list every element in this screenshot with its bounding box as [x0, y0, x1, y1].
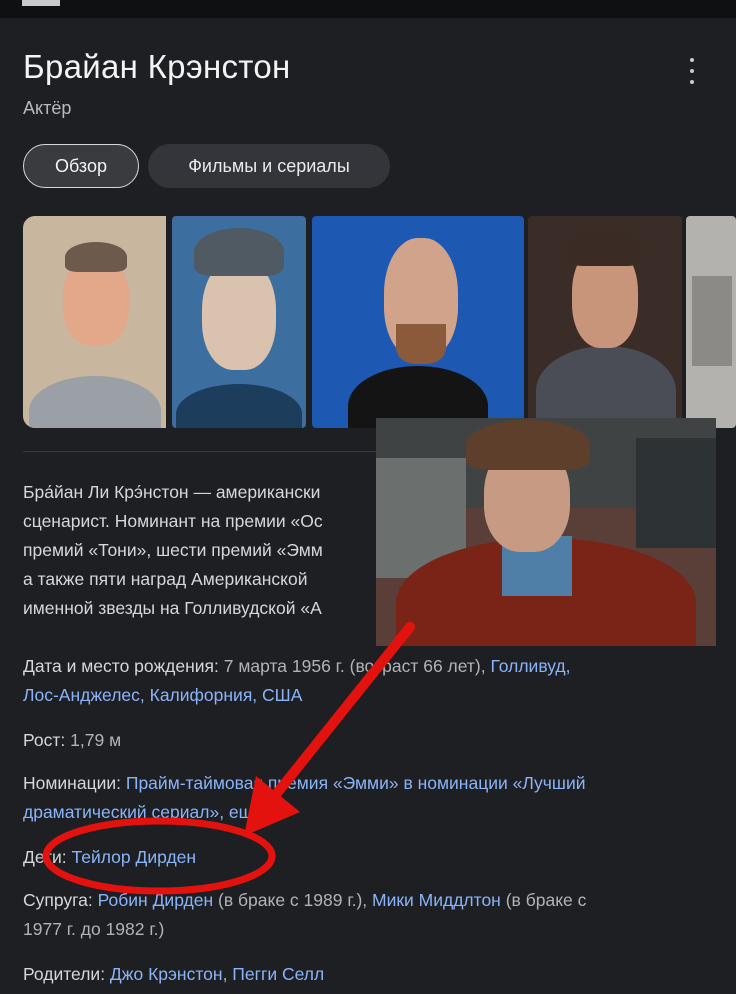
- fact-separator: ,: [222, 964, 233, 984]
- more-link[interactable]: , ещё: [219, 802, 263, 822]
- fact-label: Рост:: [23, 730, 71, 750]
- tab-films-and-series[interactable]: Фильмы и сериалы: [148, 144, 390, 188]
- tab-indicator: [22, 0, 60, 6]
- child-link[interactable]: Тейлор Дирден: [72, 847, 197, 867]
- spouse-link[interactable]: Робин Дирден: [98, 890, 214, 910]
- parent-link[interactable]: Пегги Селл: [232, 964, 324, 984]
- birthplace-link[interactable]: Лос-Анджелес, Калифорния, США: [23, 685, 302, 705]
- nomination-link[interactable]: Прайм-таймовая премия «Эмми» в номинации…: [126, 773, 586, 793]
- fact-value: 1977 г. до 1982 г.): [23, 919, 165, 939]
- fact-value: (в браке с: [500, 890, 587, 910]
- fact-parents: Родители: Джо Крэнстон, Пегги Селл: [23, 960, 713, 989]
- fact-label: Дети:: [23, 847, 72, 867]
- fact-value: 1,79 м: [70, 730, 122, 750]
- spouse-link[interactable]: Мики Миддлтон: [372, 890, 501, 910]
- fact-spouse: Супруга: Робин Дирден (в браке с 1989 г.…: [23, 886, 713, 944]
- fact-label: Номинации:: [23, 773, 126, 793]
- fact-label: Дата и место рождения:: [23, 656, 224, 676]
- fact-value: 7 марта 1956 г. (возраст 66 лет),: [223, 656, 491, 676]
- birthplace-link[interactable]: Голливуд,: [490, 656, 570, 676]
- photo-thumbnail[interactable]: [686, 216, 736, 428]
- fact-birth: Дата и место рождения: 7 марта 1956 г. (…: [23, 652, 713, 710]
- fact-value: (в браке с 1989 г.),: [213, 890, 372, 910]
- fact-children: Дети: Тейлор Дирден: [23, 843, 713, 872]
- nomination-link[interactable]: драматический сериал»: [23, 802, 219, 822]
- photo-thumbnail[interactable]: [528, 216, 682, 428]
- fact-height: Рост: 1,79 м: [23, 726, 713, 755]
- fact-label: Родители:: [23, 964, 110, 984]
- status-strip: [0, 0, 736, 18]
- more-vertical-icon[interactable]: [682, 58, 702, 84]
- photo-thumbnail[interactable]: [23, 216, 166, 428]
- page-subtitle: Актёр: [23, 98, 72, 118]
- fact-nominations: Номинации: Прайм-таймовая премия «Эмми» …: [23, 769, 713, 827]
- page-title: Брайан Крэнстон: [23, 48, 291, 85]
- parent-link[interactable]: Джо Крэнстон: [110, 964, 223, 984]
- fact-label: Супруга:: [23, 890, 98, 910]
- photo-thumbnail[interactable]: [172, 216, 306, 428]
- overlay-photo: [376, 418, 716, 646]
- photo-thumbnail[interactable]: [312, 216, 524, 428]
- tab-overview[interactable]: Обзор: [23, 144, 139, 188]
